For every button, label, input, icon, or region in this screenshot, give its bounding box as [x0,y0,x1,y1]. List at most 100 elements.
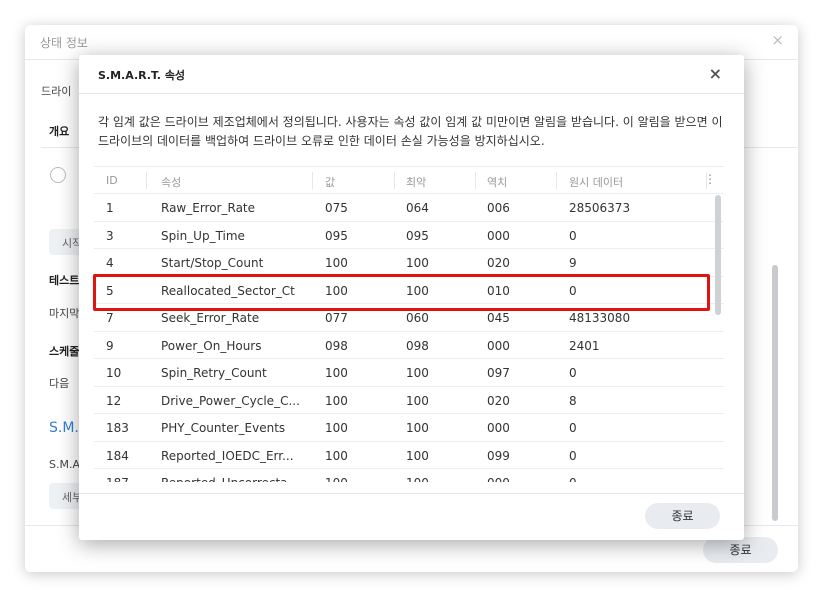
last-test-label: 마지막 [49,307,80,320]
column-header-attribute[interactable]: 속성 [161,174,181,190]
close-icon[interactable]: × [709,64,722,83]
column-divider [394,172,395,189]
cell-value: 100 [325,476,348,482]
cell-id: 12 [106,393,122,408]
close-button[interactable]: 종료 [703,537,778,563]
window-close-icon[interactable]: × [771,31,784,49]
table-row[interactable]: 183 PHY_Counter_Events 100 100 000 0 [94,414,724,442]
cell-id: 7 [106,311,114,325]
column-header-worst[interactable]: 최악 [406,174,426,190]
highlight-box [93,274,710,311]
table-row[interactable]: 4 Start/Stop_Count 100 100 020 9 [94,249,724,277]
cell-attribute: Spin_Retry_Count [161,366,267,380]
cell-raw-data: 28506373 [569,201,631,215]
cell-attribute: Drive_Power_Cycle_C... [161,393,300,408]
column-divider [146,172,147,189]
cell-id: 184 [106,448,129,463]
cell-raw-data: 8 [569,393,577,408]
cell-id: 4 [106,256,114,270]
cell-raw-data: 0 [569,228,577,243]
cell-raw-data: 9 [569,256,577,270]
attributes-table-body: 1 Raw_Error_Rate 075 064 006 28506373 3 Spin_Up… [94,194,724,482]
tab-overview[interactable]: 개요 [49,123,69,139]
smart-sub-label: S.M.A [49,458,80,471]
cell-worst: 100 [406,256,429,270]
cell-id: 3 [106,228,114,243]
dialog-title: S.M.A.R.T. 속성 [98,69,186,82]
cell-id: 183 [106,421,129,435]
cell-threshold: 006 [487,201,510,215]
drive-label: 드라이 [41,85,72,98]
cell-value: 100 [325,256,348,270]
column-header-raw-data[interactable]: 원시 데이터 [569,174,623,190]
cell-value: 077 [325,311,348,325]
cell-threshold: 097 [487,366,510,380]
column-header-id[interactable]: ID [106,174,118,187]
test-heading: 테스트 [49,274,80,287]
table-scrollbar[interactable] [715,195,721,315]
cell-threshold: 000 [487,476,510,482]
cell-worst: 060 [406,311,429,325]
cell-threshold: 020 [487,393,510,408]
window-title: 상태 정보 [40,36,88,50]
cell-threshold: 000 [487,421,510,435]
cell-worst: 100 [406,393,429,408]
cell-worst: 098 [406,338,429,353]
cell-id: 10 [106,366,122,380]
radio-button[interactable] [50,167,66,183]
table-row[interactable]: 3 Spin_Up_Time 095 095 000 0 [94,222,724,249]
column-divider [312,172,313,189]
cell-raw-data: 0 [569,421,577,435]
cell-value: 075 [325,201,348,215]
cell-threshold: 099 [487,448,510,463]
cell-attribute: Power_On_Hours [161,338,262,353]
cell-worst: 095 [406,228,429,243]
cell-attribute: Spin_Up_Time [161,228,245,243]
cell-threshold: 000 [487,228,510,243]
cell-raw-data: 0 [569,476,577,482]
cell-value: 100 [325,421,348,435]
description-text: 각 임계 값은 드라이브 제조업체에서 정의됩니다. 사용자는 속성 값이 임계… [98,115,723,148]
cell-worst: 100 [406,476,429,482]
cell-value: 098 [325,338,348,353]
cell-id: 187 [106,476,129,482]
next-label: 다음 [49,377,70,390]
cell-worst: 100 [406,366,429,380]
cell-attribute: PHY_Counter_Events [161,421,286,435]
table-row[interactable]: 10 Spin_Retry_Count 100 100 097 0 [94,359,724,387]
cell-raw-data: 0 [569,366,577,380]
cell-worst: 100 [406,421,429,435]
smart-heading: S.M. [49,420,79,436]
table-row[interactable]: 187Reported_Uncorrecta...1001000000 [94,469,724,482]
table-row[interactable]: 1 Raw_Error_Rate 075 064 006 28506373 [94,194,724,222]
divider [79,493,744,494]
table-row[interactable]: 9 Power_On_Hours 098 098 000 2401 [94,332,724,359]
cell-value: 100 [325,393,348,408]
cell-threshold: 045 [487,311,510,325]
cell-attribute: Raw_Error_Rate [161,201,256,215]
cell-raw-data: 2401 [569,338,600,353]
table-header: ID 속성 값 최악 역치 원시 데이터 ⋮ [94,166,724,194]
close-button[interactable]: 종료 [645,503,720,529]
cell-attribute: Start/Stop_Count [161,256,264,270]
column-options-icon[interactable]: ⋮ [704,172,716,186]
cell-threshold: 000 [487,338,510,353]
cell-value: 095 [325,228,348,243]
table-row[interactable]: 12 Drive_Power_Cycle_C... 100 100 020 8 [94,387,724,414]
cell-worst: 064 [406,201,429,215]
cell-worst: 100 [406,448,429,463]
column-divider [475,172,476,189]
scrollbar[interactable] [772,265,778,521]
cell-attribute: Reported_Uncorrecta... [161,476,299,482]
cell-attribute: Seek_Error_Rate [161,311,260,325]
cell-value: 100 [325,366,348,380]
cell-raw-data: 48133080 [569,311,631,325]
column-header-value[interactable]: 값 [325,174,335,190]
cell-raw-data: 0 [569,448,577,463]
cell-threshold: 020 [487,256,510,270]
column-header-threshold[interactable]: 역치 [487,174,507,190]
cell-attribute: Reported_IOEDC_Err... [161,448,294,463]
divider [79,93,744,94]
cell-value: 100 [325,448,348,463]
table-row[interactable]: 184 Reported_IOEDC_Err... 100 100 099 0 [94,442,724,469]
